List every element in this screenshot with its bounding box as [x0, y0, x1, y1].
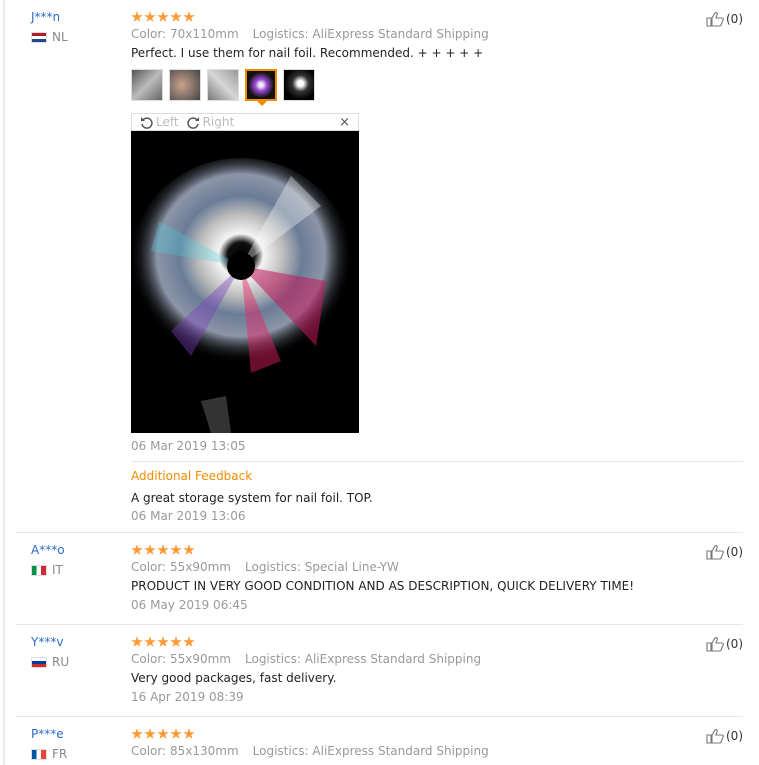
photo-thumbnail[interactable]	[131, 69, 163, 101]
photo-viewer-toolbar: Left Right ×	[131, 113, 359, 131]
star-icon	[131, 636, 143, 647]
reviewer-country: NL	[31, 30, 68, 44]
review-text: Perfect. I use them for nail foil. Recom…	[131, 46, 484, 60]
review-date: 16 Apr 2019 08:39	[131, 690, 244, 704]
logistics-info: Logistics: Special Line-YW	[245, 560, 399, 574]
star-rating	[131, 636, 195, 648]
rotate-left-button[interactable]: Left	[140, 115, 179, 129]
selected-photo-pointer	[257, 101, 267, 106]
thumbs-up-icon	[706, 637, 724, 652]
star-rating	[131, 11, 195, 23]
additional-feedback-date: 06 Mar 2019 13:06	[131, 509, 246, 523]
country-code: NL	[52, 30, 68, 44]
star-icon	[144, 544, 156, 555]
flag-it-icon	[31, 564, 47, 576]
thumbs-up-icon	[706, 729, 724, 744]
color-info: Color: 55x90mm	[131, 560, 231, 574]
star-icon	[170, 636, 182, 647]
helpful-count: (0)	[726, 12, 743, 26]
review-text: PRODUCT IN VERY GOOD CONDITION AND AS DE…	[131, 579, 635, 593]
star-icon	[170, 728, 182, 739]
reviewer-name[interactable]: P***e	[31, 727, 64, 741]
star-icon	[183, 636, 195, 647]
star-icon	[144, 11, 156, 22]
review-date: 06 May 2019 06:45	[131, 598, 248, 612]
star-icon	[131, 11, 143, 22]
photo-thumbnail[interactable]	[283, 69, 315, 101]
reviewer-name[interactable]: J***n	[31, 10, 60, 24]
order-info: Color: 70x110mm Logistics: AliExpress Sta…	[131, 27, 489, 41]
review-text: Very good packages, fast delivery.	[131, 671, 337, 685]
reviewer-name[interactable]: Y***v	[31, 635, 63, 649]
helpful-count: (0)	[726, 637, 743, 651]
star-icon	[144, 636, 156, 647]
review-divider	[16, 716, 743, 717]
star-icon	[183, 728, 195, 739]
review-divider	[16, 532, 743, 533]
star-icon	[170, 11, 182, 22]
helpful-count: (0)	[726, 545, 743, 559]
review-divider	[16, 624, 743, 625]
rotate-right-icon	[186, 116, 199, 129]
star-icon	[144, 728, 156, 739]
helpful-button[interactable]: (0)	[706, 544, 743, 560]
rotate-right-button[interactable]: Right	[186, 115, 235, 129]
star-icon	[183, 544, 195, 555]
rotate-right-label: Right	[202, 115, 235, 129]
color-info: Color: 85x130mm	[131, 744, 239, 758]
reviewer-country: IT	[31, 563, 63, 577]
close-viewer-button[interactable]: ×	[339, 115, 350, 130]
star-rating	[131, 544, 195, 556]
country-code: IT	[52, 563, 63, 577]
star-icon	[157, 11, 169, 22]
star-icon	[157, 728, 169, 739]
star-rating	[131, 728, 195, 740]
thumbs-up-icon	[706, 545, 724, 560]
rotate-left-label: Left	[156, 115, 179, 129]
order-info: Color: 85x130mm Logistics: AliExpress Sta…	[131, 744, 489, 758]
flag-nl-icon	[31, 31, 47, 43]
review-photos	[131, 69, 315, 101]
photo-thumbnail-selected[interactable]	[245, 69, 277, 101]
color-info: Color: 55x90mm	[131, 652, 231, 666]
logistics-info: Logistics: AliExpress Standard Shipping	[245, 652, 482, 666]
flag-ru-icon	[31, 656, 47, 668]
enlarged-review-photo	[131, 131, 359, 433]
order-info: Color: 55x90mm Logistics: AliExpress Stan…	[131, 652, 481, 666]
star-icon	[131, 728, 143, 739]
thumbs-up-icon	[706, 12, 724, 27]
helpful-count: (0)	[726, 729, 743, 743]
order-info: Color: 55x90mm Logistics: Special Line-YW	[131, 560, 399, 574]
star-icon	[131, 544, 143, 555]
color-info: Color: 70x110mm	[131, 27, 239, 41]
photo-thumbnail[interactable]	[169, 69, 201, 101]
logistics-info: Logistics: AliExpress Standard Shipping	[252, 27, 489, 41]
star-icon	[183, 11, 195, 22]
reviewer-country: RU	[31, 655, 69, 669]
star-icon	[157, 636, 169, 647]
photo-thumbnail[interactable]	[207, 69, 239, 101]
helpful-button[interactable]: (0)	[706, 11, 743, 27]
left-border	[3, 0, 5, 765]
logistics-info: Logistics: AliExpress Standard Shipping	[252, 744, 489, 758]
reviewer-name[interactable]: A***o	[31, 543, 65, 557]
nail-foil-fan-image	[131, 158, 353, 433]
rotate-left-icon	[141, 116, 153, 129]
star-icon	[157, 544, 169, 555]
additional-feedback-label: Additional Feedback	[131, 469, 253, 483]
helpful-button[interactable]: (0)	[706, 636, 743, 652]
review-date: 06 Mar 2019 13:05	[131, 439, 246, 453]
star-icon	[170, 544, 182, 555]
country-code: RU	[52, 655, 70, 669]
country-code: FR	[52, 747, 68, 761]
additional-feedback-text: A great storage system for nail foil. TO…	[131, 491, 373, 505]
helpful-button[interactable]: (0)	[706, 728, 743, 744]
flag-fr-icon	[31, 748, 47, 760]
reviewer-country: FR	[31, 747, 67, 761]
section-divider	[131, 461, 743, 462]
